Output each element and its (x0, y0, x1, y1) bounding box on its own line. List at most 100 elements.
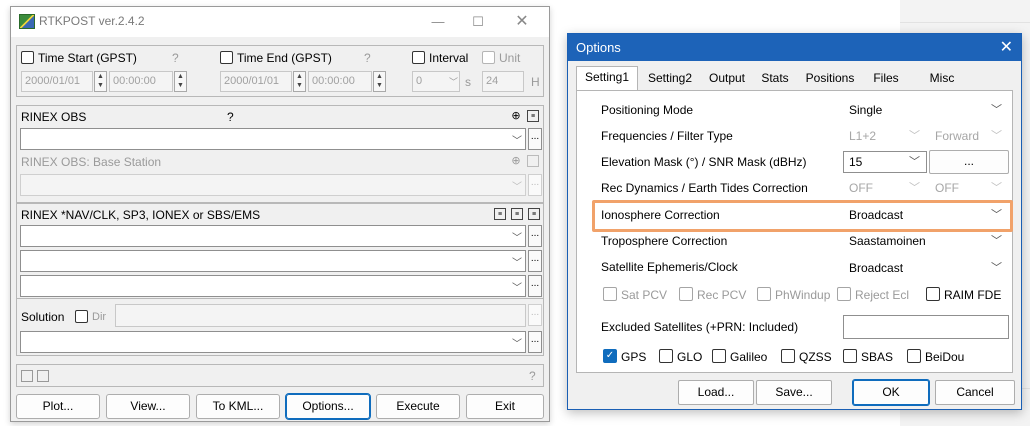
map-icon[interactable]: ⊕ (510, 110, 522, 122)
options-button[interactable]: Options... (285, 393, 371, 420)
chevron-down-icon: ﹀ (449, 77, 459, 87)
rinex-nav-browse-button-2[interactable]: ... (528, 250, 542, 272)
rinex-nav-select-1[interactable]: ﹀ (20, 225, 526, 247)
filter-type-select[interactable]: Forward ﹀ (929, 125, 1009, 147)
frequencies-select[interactable]: L1+2 ﹀ (843, 125, 927, 147)
earth-tides-select[interactable]: OFF ﹀ (929, 177, 1009, 199)
unit-checkbox[interactable] (482, 51, 495, 64)
positioning-mode-label: Positioning Mode (601, 103, 694, 117)
gps-checkbox[interactable]: ✓ (603, 349, 617, 363)
save-button[interactable]: Save... (756, 380, 832, 405)
rtkpost-titlebar[interactable]: RTKPOST ver.2.4.2 — ☐ ✕ (11, 7, 549, 37)
time-start-time-field[interactable]: 00:00:00 (109, 71, 173, 92)
chevron-down-icon: ﹀ (991, 235, 1002, 247)
unit-label: Unit (499, 51, 521, 65)
execute-button[interactable]: Execute (376, 394, 460, 419)
time-end-checkbox[interactable] (220, 51, 233, 64)
text-view-icon[interactable]: ≡ (494, 208, 506, 220)
tab-files[interactable]: Files (864, 68, 908, 90)
earth-tides-value: OFF (935, 181, 959, 195)
dir-checkbox[interactable] (75, 310, 88, 323)
plot-button[interactable]: Plot... (16, 394, 100, 419)
rinex-obs-base-browse-button[interactable]: ... (528, 174, 542, 196)
chevron-down-icon: ﹀ (991, 182, 1002, 194)
reject-ecl-checkbox[interactable] (837, 287, 851, 301)
text-view-icon[interactable]: ≡ (511, 208, 523, 220)
beidou-checkbox[interactable] (907, 349, 921, 363)
maximize-icon[interactable]: ☐ (463, 11, 493, 33)
chevron-down-icon: ﹀ (991, 104, 1002, 116)
tab-setting1[interactable]: Setting1 (576, 66, 638, 90)
time-start-checkbox[interactable] (21, 51, 34, 64)
ok-button[interactable]: OK (852, 379, 930, 406)
load-button[interactable]: Load... (678, 380, 754, 405)
time-start-date-spinner[interactable]: ▲ ▼ (94, 71, 107, 92)
solution-dir-browse-button[interactable]: ... (528, 304, 542, 326)
sat-pcv-checkbox[interactable] (603, 287, 617, 301)
options-titlebar[interactable]: Options ✕ (568, 34, 1021, 61)
phwindup-label: PhWindup (775, 288, 831, 302)
time-start-date-field[interactable]: 2000/01/01 (21, 71, 93, 92)
troposphere-correction-select[interactable]: Saastamoinen ﹀ (843, 230, 1009, 252)
qzss-checkbox[interactable] (781, 349, 795, 363)
status-help[interactable]: ? (529, 369, 536, 383)
rec-pcv-checkbox[interactable] (679, 287, 693, 301)
rinex-nav-select-3[interactable]: ﹀ (20, 275, 526, 297)
elevation-mask-select[interactable]: 15 ﹀ (843, 151, 927, 173)
time-end-time-field[interactable]: 00:00:00 (308, 71, 372, 92)
raim-fde-checkbox[interactable] (926, 287, 940, 301)
solution-browse-button[interactable]: ... (528, 331, 542, 353)
tab-setting2[interactable]: Setting2 (640, 68, 700, 90)
rinex-nav-browse-button-3[interactable]: ... (528, 275, 542, 297)
time-end-date-field[interactable]: 2000/01/01 (220, 71, 292, 92)
view-button[interactable]: View... (106, 394, 190, 419)
tab-stats[interactable]: Stats (754, 68, 796, 90)
exit-button[interactable]: Exit (466, 394, 544, 419)
time-end-date-spinner[interactable]: ▲ ▼ (293, 71, 306, 92)
rinex-obs-base-select[interactable]: ﹀ (20, 174, 526, 196)
rinex-obs-rover-select[interactable]: ﹀ (20, 128, 526, 150)
rinex-nav-browse-button-1[interactable]: ... (528, 225, 542, 247)
tab-misc[interactable]: Misc (922, 68, 962, 90)
solution-file-select[interactable]: ﹀ (20, 331, 526, 353)
time-start-time-spinner[interactable]: ▲ ▼ (174, 71, 187, 92)
solution-group: Solution Dir ... ﹀ ... (16, 298, 544, 356)
interval-unit-suffix: s (465, 75, 471, 89)
glo-label: GLO (677, 350, 703, 364)
text-view-icon[interactable]: ≡ (528, 208, 540, 220)
rec-dynamics-value: OFF (849, 181, 873, 195)
sbas-checkbox[interactable] (843, 349, 857, 363)
ephemeris-select[interactable]: Broadcast ﹀ (843, 257, 1009, 279)
unit-field[interactable]: 24 (482, 71, 524, 92)
galileo-checkbox[interactable] (712, 349, 726, 363)
close-icon[interactable]: ✕ (1000, 37, 1013, 57)
text-view-icon[interactable] (527, 155, 539, 167)
glo-checkbox[interactable] (659, 349, 673, 363)
time-end-time-spinner[interactable]: ▲ ▼ (373, 71, 386, 92)
time-end-help[interactable]: ? (364, 51, 371, 65)
tab-positions[interactable]: Positions (798, 68, 862, 90)
phwindup-checkbox[interactable] (757, 287, 771, 301)
rinex-obs-help[interactable]: ? (227, 110, 234, 124)
map-icon[interactable]: ⊕ (510, 155, 522, 167)
tab-output[interactable]: Output (702, 68, 752, 90)
solution-label: Solution (21, 310, 65, 324)
text-view-icon[interactable]: ≡ (527, 110, 539, 122)
snr-mask-button[interactable]: ... (929, 150, 1009, 174)
rec-dynamics-select[interactable]: OFF ﹀ (843, 177, 927, 199)
close-icon[interactable]: ✕ (507, 11, 537, 33)
time-start-help[interactable]: ? (172, 51, 179, 65)
status-indicator-icon (21, 370, 33, 382)
rinex-nav-select-2[interactable]: ﹀ (20, 250, 526, 272)
chevron-down-icon: ﹀ (909, 156, 920, 168)
to-kml-button[interactable]: To KML... (196, 394, 280, 419)
time-start-label: Time Start (GPST) (38, 51, 137, 65)
rinex-nav-label: RINEX *NAV/CLK, SP3, IONEX or SBS/EMS (21, 208, 261, 222)
cancel-button[interactable]: Cancel (935, 380, 1015, 405)
rinex-obs-browse-button[interactable]: ... (528, 128, 542, 150)
solution-dir-field[interactable] (115, 304, 526, 327)
minimize-icon[interactable]: — (423, 11, 453, 33)
positioning-mode-select[interactable]: Single ﹀ (843, 99, 1009, 121)
interval-checkbox[interactable] (412, 51, 425, 64)
excluded-satellites-field[interactable] (843, 315, 1009, 339)
